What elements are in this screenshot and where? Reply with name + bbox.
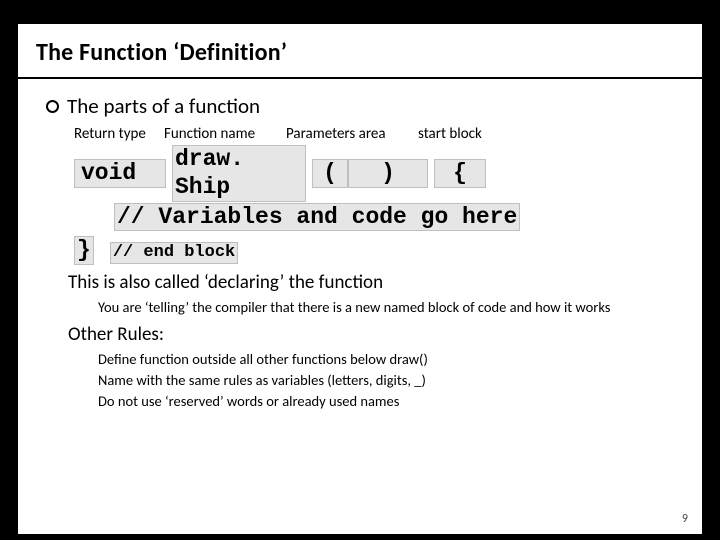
label-function-name: Function name	[164, 125, 286, 143]
label-parameters: Parameters area	[286, 125, 418, 143]
bullet-line: The parts of a function	[46, 93, 678, 119]
page-number: 9	[682, 512, 688, 526]
token-right-brace: }	[74, 236, 94, 266]
token-void: void	[74, 159, 166, 189]
bullet-icon	[46, 100, 59, 113]
code-signature-row: void draw. Ship ( ) {	[74, 145, 678, 202]
rule-item: Do not use ‘reserved’ words or already u…	[98, 392, 678, 410]
rules-header: Other Rules:	[68, 323, 678, 346]
slide-title: The Function ‘Definition’	[18, 24, 702, 79]
token-left-paren: (	[312, 159, 348, 189]
token-function-name: draw. Ship	[172, 145, 306, 202]
annotation-labels: Return type Function name Parameters are…	[74, 125, 678, 143]
label-return-type: Return type	[74, 125, 164, 143]
token-end-comment: // end block	[110, 242, 238, 264]
bullet-text: The parts of a function	[67, 93, 260, 119]
token-right-paren: )	[348, 159, 428, 189]
rule-item: Define function outside all other functi…	[98, 350, 678, 368]
code-body-row: // Variables and code go here	[114, 204, 678, 232]
slide-content: The parts of a function Return type Func…	[18, 79, 702, 423]
token-left-brace: {	[434, 159, 486, 189]
rule-item: Name with the same rules as variables (l…	[98, 371, 678, 389]
token-body-comment: // Variables and code go here	[114, 203, 520, 231]
declaring-line: This is also called ‘declaring’ the func…	[68, 271, 678, 294]
declaring-sub: You are ‘telling’ the compiler that ther…	[98, 298, 658, 316]
code-closing-row: } // end block	[74, 236, 678, 266]
slide: The Function ‘Definition’ The parts of a…	[18, 24, 702, 534]
label-start-block: start block	[418, 125, 482, 143]
code-block: void draw. Ship ( ) { // Variables and c…	[74, 145, 678, 265]
